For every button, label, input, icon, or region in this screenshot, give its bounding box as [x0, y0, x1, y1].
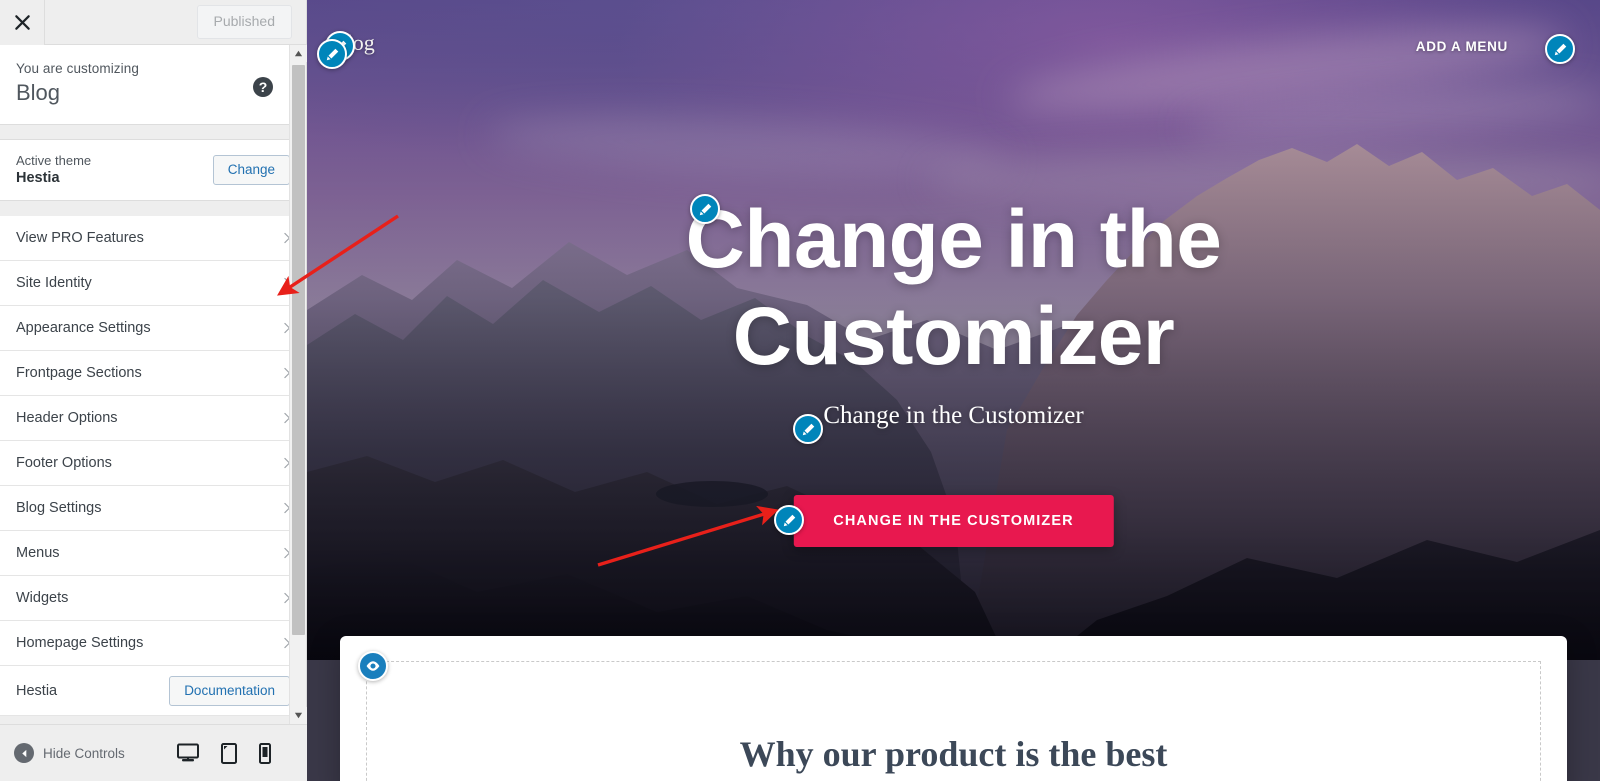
close-customizer-button[interactable]: [0, 0, 45, 45]
hero-content: Change in the Customizer Change in the C…: [307, 0, 1600, 660]
pencil-icon: [698, 202, 713, 217]
sidebar-item-header-options[interactable]: Header Options: [0, 396, 306, 441]
scroll-down-button[interactable]: [290, 707, 307, 724]
sidebar-item-label: View PRO Features: [16, 230, 144, 246]
active-theme-text: Active theme Hestia: [16, 153, 213, 186]
edit-shortcut-hero-subtitle[interactable]: [793, 414, 823, 444]
sidebar-item-label: Widgets: [16, 590, 68, 606]
edit-shortcut-hero-button[interactable]: [774, 505, 804, 535]
sidebar-item-label: Header Options: [16, 410, 118, 426]
collapse-icon: [14, 743, 34, 763]
features-heading: Why our product is the best: [340, 733, 1567, 775]
active-theme-row: Active theme Hestia Change: [0, 139, 306, 201]
customizer-screen: Blog ADD A MENU Change in the Customizer…: [0, 0, 1600, 781]
caret-down-icon: [294, 711, 303, 720]
customizer-footer: Hide Controls: [0, 724, 307, 781]
sidebar-item-appearance-settings[interactable]: Appearance Settings: [0, 306, 306, 351]
sidebar-scrollbar[interactable]: [289, 45, 306, 724]
documentation-row: Hestia Documentation: [0, 666, 306, 716]
edit-shortcut-hero-title[interactable]: [690, 194, 720, 224]
pencil-icon: [782, 513, 797, 528]
documentation-theme-label: Hestia: [16, 683, 169, 699]
panel-spacer: [0, 125, 306, 139]
customizer-header: Published: [0, 0, 306, 45]
active-theme-label: Active theme: [16, 153, 213, 168]
customizing-site-title: Blog: [16, 80, 290, 106]
hero-title-line-1: Change in the: [307, 192, 1600, 289]
documentation-button[interactable]: Documentation: [169, 676, 290, 706]
close-icon: [13, 13, 32, 32]
features-section-card: Why our product is the best: [340, 636, 1567, 781]
sidebar-item-label: Menus: [16, 545, 60, 561]
publish-button[interactable]: Published: [197, 5, 293, 40]
customizing-info: You are customizing Blog ?: [0, 45, 306, 125]
caret-up-icon: [294, 49, 303, 58]
sidebar-item-homepage-settings[interactable]: Homepage Settings: [0, 621, 306, 666]
sidebar-item-menus[interactable]: Menus: [0, 531, 306, 576]
hide-controls-label: Hide Controls: [43, 746, 125, 761]
device-preview-switcher: [177, 743, 295, 764]
hero-title-line-2: Customizer: [307, 289, 1600, 386]
scroll-up-button[interactable]: [290, 45, 307, 62]
sidebar-item-label: Blog Settings: [16, 500, 101, 516]
sidebar-item-label: Appearance Settings: [16, 320, 151, 336]
sidebar-item-label: Site Identity: [16, 275, 92, 291]
active-theme-name: Hestia: [16, 170, 213, 186]
panel-spacer-2: [0, 201, 306, 216]
caret-left-icon: [20, 749, 29, 758]
sidebar-item-widgets[interactable]: Widgets: [0, 576, 306, 621]
customizer-sections-list: View PRO Features Site Identity Appearan…: [0, 216, 306, 716]
mobile-preview-button[interactable]: [259, 743, 271, 764]
desktop-icon: [177, 743, 199, 763]
sidebar-item-blog-settings[interactable]: Blog Settings: [0, 486, 306, 531]
hide-controls-button[interactable]: Hide Controls: [14, 743, 125, 763]
sidebar-item-view-pro-features[interactable]: View PRO Features: [0, 216, 306, 261]
scrollbar-thumb[interactable]: [292, 65, 305, 635]
customizing-label: You are customizing: [16, 61, 290, 76]
sidebar-item-site-identity[interactable]: Site Identity: [0, 261, 306, 306]
customizer-sidebar: Published You are customizing Blog ? Act…: [0, 0, 307, 781]
tablet-icon: [221, 743, 237, 764]
tablet-preview-button[interactable]: [221, 743, 237, 764]
site-preview-frame[interactable]: Blog ADD A MENU Change in the Customizer…: [307, 0, 1600, 781]
hero-subtitle: Change in the Customizer: [307, 402, 1600, 430]
mobile-icon: [259, 743, 271, 764]
sidebar-item-label: Footer Options: [16, 455, 112, 471]
eye-icon: [365, 658, 381, 674]
hero-title: Change in the Customizer: [307, 192, 1600, 386]
sidebar-item-footer-options[interactable]: Footer Options: [0, 441, 306, 486]
help-icon[interactable]: ?: [253, 77, 273, 97]
pencil-icon: [801, 422, 816, 437]
desktop-preview-button[interactable]: [177, 743, 199, 763]
publish-button-wrap: Published: [197, 5, 293, 40]
sidebar-item-label: Frontpage Sections: [16, 365, 142, 381]
sidebar-item-frontpage-sections[interactable]: Frontpage Sections: [0, 351, 306, 396]
hero-cta-button[interactable]: CHANGE IN THE CUSTOMIZER: [793, 495, 1113, 547]
edit-shortcut-features-section[interactable]: [358, 651, 388, 681]
change-theme-button[interactable]: Change: [213, 155, 290, 185]
sidebar-item-label: Homepage Settings: [16, 635, 143, 651]
